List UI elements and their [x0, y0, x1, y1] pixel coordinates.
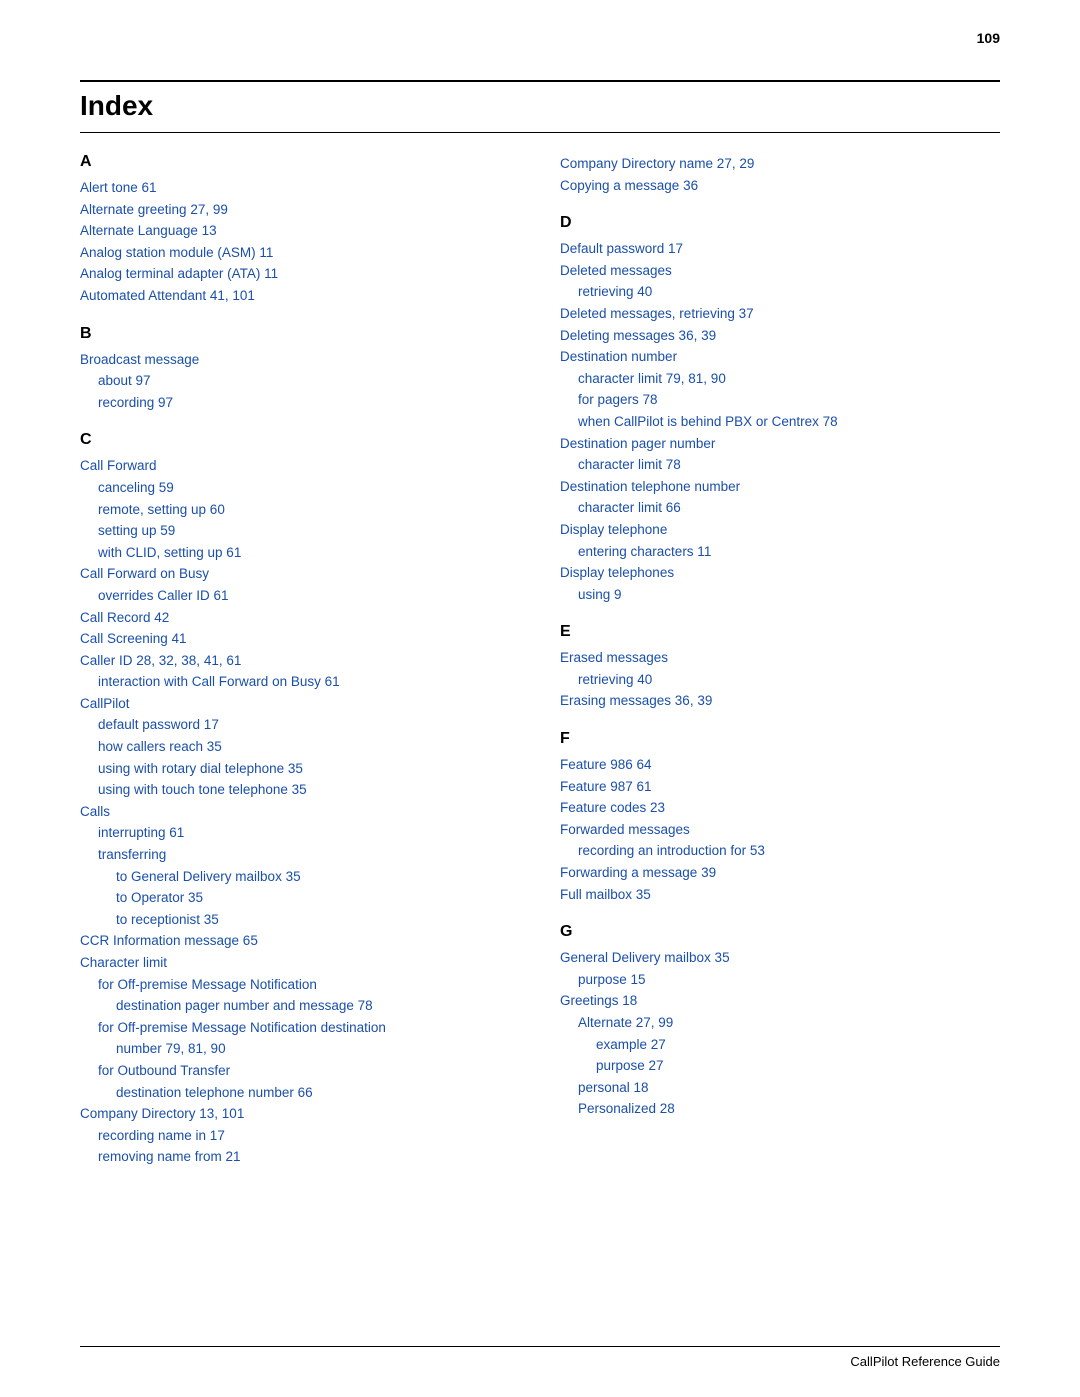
index-entry: Calls: [80, 801, 520, 823]
index-entry: Feature codes 23: [560, 797, 1000, 819]
index-entry: Company Directory 13, 101: [80, 1103, 520, 1125]
index-entry: Call Screening 41: [80, 628, 520, 650]
index-entry: Call Forward: [80, 455, 520, 477]
index-entry: Copying a message 36: [560, 175, 1000, 197]
index-entry: example 27: [560, 1034, 1000, 1056]
index-entry: Greetings 18: [560, 990, 1000, 1012]
index-entry: transferring: [80, 844, 520, 866]
right-column: Company Directory name 27, 29Copying a m…: [560, 153, 1000, 1168]
index-entry: Alternate Language 13: [80, 220, 520, 242]
index-entry: Personalized 28: [560, 1098, 1000, 1120]
index-entry: interrupting 61: [80, 822, 520, 844]
index-entry: Forwarded messages: [560, 819, 1000, 841]
section-letter-b: B: [80, 325, 520, 343]
index-entry: destination pager number and message 78: [80, 995, 520, 1017]
index-entry: Erasing messages 36, 39: [560, 690, 1000, 712]
index-entry: for pagers 78: [560, 389, 1000, 411]
section-letter-e: E: [560, 623, 1000, 641]
index-entry: Destination number: [560, 346, 1000, 368]
index-entry: recording 97: [80, 392, 520, 414]
index-entry: for Outbound Transfer: [80, 1060, 520, 1082]
index-entry: Destination pager number: [560, 433, 1000, 455]
title-divider: [80, 132, 1000, 133]
index-entry: Deleting messages 36, 39: [560, 325, 1000, 347]
index-entry: purpose 27: [560, 1055, 1000, 1077]
section-letter-d: D: [560, 214, 1000, 232]
index-entry: Company Directory name 27, 29: [560, 153, 1000, 175]
page-number: 109: [977, 30, 1000, 46]
index-entry: personal 18: [560, 1077, 1000, 1099]
footer-rule: [80, 1346, 1000, 1347]
index-entry: CCR Information message 65: [80, 930, 520, 952]
index-entry: Alert tone 61: [80, 177, 520, 199]
index-columns: AAlert tone 61Alternate greeting 27, 99A…: [80, 153, 1000, 1168]
index-entry: CallPilot: [80, 693, 520, 715]
index-entry: using 9: [560, 584, 1000, 606]
index-entry: destination telephone number 66: [80, 1082, 520, 1104]
index-entry: to General Delivery mailbox 35: [80, 866, 520, 888]
index-entry: number 79, 81, 90: [80, 1038, 520, 1060]
index-entry: General Delivery mailbox 35: [560, 947, 1000, 969]
index-entry: Display telephones: [560, 562, 1000, 584]
index-entry: retrieving 40: [560, 281, 1000, 303]
index-entry: Analog terminal adapter (ATA) 11: [80, 263, 520, 285]
index-entry: with CLID, setting up 61: [80, 542, 520, 564]
index-entry: how callers reach 35: [80, 736, 520, 758]
index-entry: purpose 15: [560, 969, 1000, 991]
index-entry: recording an introduction for 53: [560, 840, 1000, 862]
index-entry: Analog station module (ASM) 11: [80, 242, 520, 264]
top-rule: [80, 80, 1000, 82]
page: 109 Index A Alert tone 61Alternate greeti…: [0, 0, 1080, 1397]
page-title: Index: [80, 90, 1000, 122]
index-entry: Call Forward on Busy: [80, 563, 520, 585]
index-entry: removing name from 21: [80, 1146, 520, 1168]
index-entry: recording name in 17: [80, 1125, 520, 1147]
index-entry: remote, setting up 60: [80, 499, 520, 521]
index-entry: Call Record 42: [80, 607, 520, 629]
index-entry: for Off-premise Message Notification des…: [80, 1017, 520, 1039]
index-entry: character limit 78: [560, 454, 1000, 476]
index-entry: default password 17: [80, 714, 520, 736]
section-letter-a: A: [80, 153, 520, 171]
index-entry: canceling 59: [80, 477, 520, 499]
footer-text: CallPilot Reference Guide: [850, 1354, 1000, 1369]
index-entry: interaction with Call Forward on Busy 61: [80, 671, 520, 693]
section-letter-g: G: [560, 923, 1000, 941]
index-entry: Default password 17: [560, 238, 1000, 260]
index-entry: when CallPilot is behind PBX or Centrex …: [560, 411, 1000, 433]
index-entry: Feature 986 64: [560, 754, 1000, 776]
index-entry: overrides Caller ID 61: [80, 585, 520, 607]
index-entry: setting up 59: [80, 520, 520, 542]
index-entry: character limit 66: [560, 497, 1000, 519]
index-entry: Automated Attendant 41, 101: [80, 285, 520, 307]
index-entry: Feature 987 61: [560, 776, 1000, 798]
index-entry: Alternate greeting 27, 99: [80, 199, 520, 221]
index-entry: Alternate 27, 99: [560, 1012, 1000, 1034]
index-entry: Broadcast message: [80, 349, 520, 371]
index-entry: using with rotary dial telephone 35: [80, 758, 520, 780]
index-entry: Deleted messages, retrieving 37: [560, 303, 1000, 325]
index-entry: about 97: [80, 370, 520, 392]
index-entry: character limit 79, 81, 90: [560, 368, 1000, 390]
left-column: AAlert tone 61Alternate greeting 27, 99A…: [80, 153, 520, 1168]
index-entry: for Off-premise Message Notification: [80, 974, 520, 996]
section-letter-f: F: [560, 730, 1000, 748]
index-entry: Destination telephone number: [560, 476, 1000, 498]
index-entry: to receptionist 35: [80, 909, 520, 931]
index-entry: Character limit: [80, 952, 520, 974]
index-entry: Caller ID 28, 32, 38, 41, 61: [80, 650, 520, 672]
index-entry: Erased messages: [560, 647, 1000, 669]
section-letter-c: C: [80, 431, 520, 449]
index-entry: Full mailbox 35: [560, 884, 1000, 906]
index-entry: using with touch tone telephone 35: [80, 779, 520, 801]
index-entry: entering characters 11: [560, 541, 1000, 563]
index-entry: to Operator 35: [80, 887, 520, 909]
index-entry: Forwarding a message 39: [560, 862, 1000, 884]
index-entry: Deleted messages: [560, 260, 1000, 282]
index-entry: Display telephone: [560, 519, 1000, 541]
index-entry: retrieving 40: [560, 669, 1000, 691]
